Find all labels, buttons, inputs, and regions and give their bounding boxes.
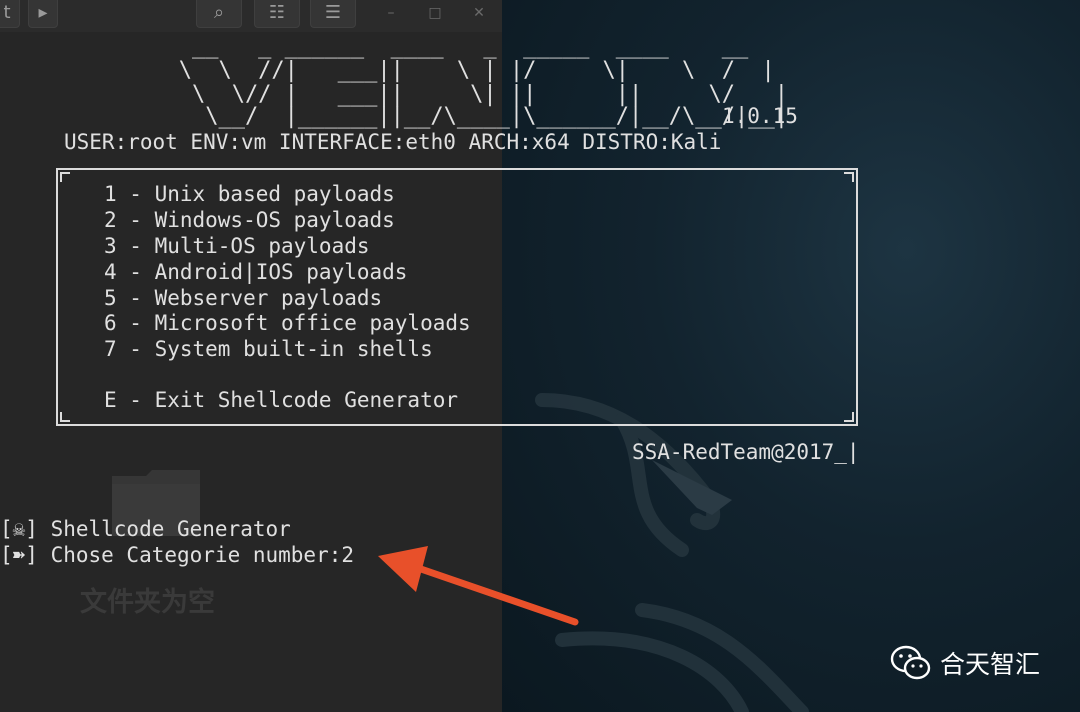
- watermark: 合天智汇: [890, 644, 1040, 682]
- menu-item-ms-office: 6 - Microsoft office payloads: [104, 311, 471, 335]
- wechat-icon: [890, 645, 931, 680]
- menu-item-webserver: 5 - Webserver payloads: [104, 286, 383, 310]
- banner-line: \__/ |______||__/\____|\______/|__/\__/|…: [86, 104, 788, 129]
- menu-item-windows: 2 - Windows-OS payloads: [104, 208, 395, 232]
- banner-line: \ \ //| ___|| \ | |/ \| \ / |: [86, 58, 775, 83]
- menu-item-unix: 1 - Unix based payloads: [104, 182, 395, 206]
- annotation-arrow: [378, 546, 579, 626]
- version-label: 1.0.15: [722, 104, 798, 128]
- watermark-text: 合天智汇: [940, 650, 1041, 679]
- signature-line: SSA-RedTeam@2017_|: [632, 440, 860, 464]
- prompt-input[interactable]: [➽] Chose Categorie number:2: [0, 542, 354, 568]
- environment-info: USER:root ENV:vm INTERFACE:eth0 ARCH:x64…: [64, 130, 722, 154]
- menu-item-exit: E - Exit Shellcode Generator: [104, 388, 459, 412]
- menu-item-android-ios: 4 - Android|IOS payloads: [104, 260, 408, 284]
- banner-line: __ _ ______ ____ _ _____ ____ __: [86, 34, 749, 59]
- menu-item-multi-os: 3 - Multi-OS payloads: [104, 234, 370, 258]
- menu-item-shells: 7 - System built-in shells: [104, 337, 433, 361]
- prompt-title: [☠] Shellcode Generator: [0, 517, 291, 541]
